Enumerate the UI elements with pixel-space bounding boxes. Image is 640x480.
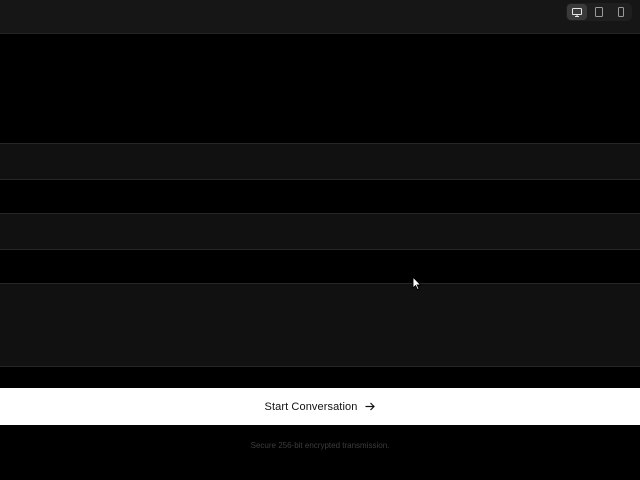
- preview-toolbar: [0, 0, 640, 34]
- mobile-view-button[interactable]: [611, 4, 631, 20]
- desktop-icon: [572, 7, 582, 17]
- form-input-2[interactable]: [0, 213, 640, 250]
- message-textarea[interactable]: [0, 283, 640, 367]
- form-input-1[interactable]: [0, 143, 640, 180]
- tablet-icon: [595, 7, 603, 17]
- arrow-right-icon: [365, 402, 376, 411]
- start-conversation-label: Start Conversation: [264, 400, 358, 413]
- security-footnote: Secure 256-bit encrypted transmission.: [250, 441, 390, 450]
- desktop-view-button[interactable]: [567, 4, 587, 20]
- start-conversation-button[interactable]: Start Conversation: [0, 388, 640, 425]
- page: Start Conversation Secure 256-bit encryp…: [0, 0, 640, 480]
- device-switcher: [566, 3, 632, 21]
- tablet-view-button[interactable]: [589, 4, 609, 20]
- mobile-icon: [618, 7, 624, 17]
